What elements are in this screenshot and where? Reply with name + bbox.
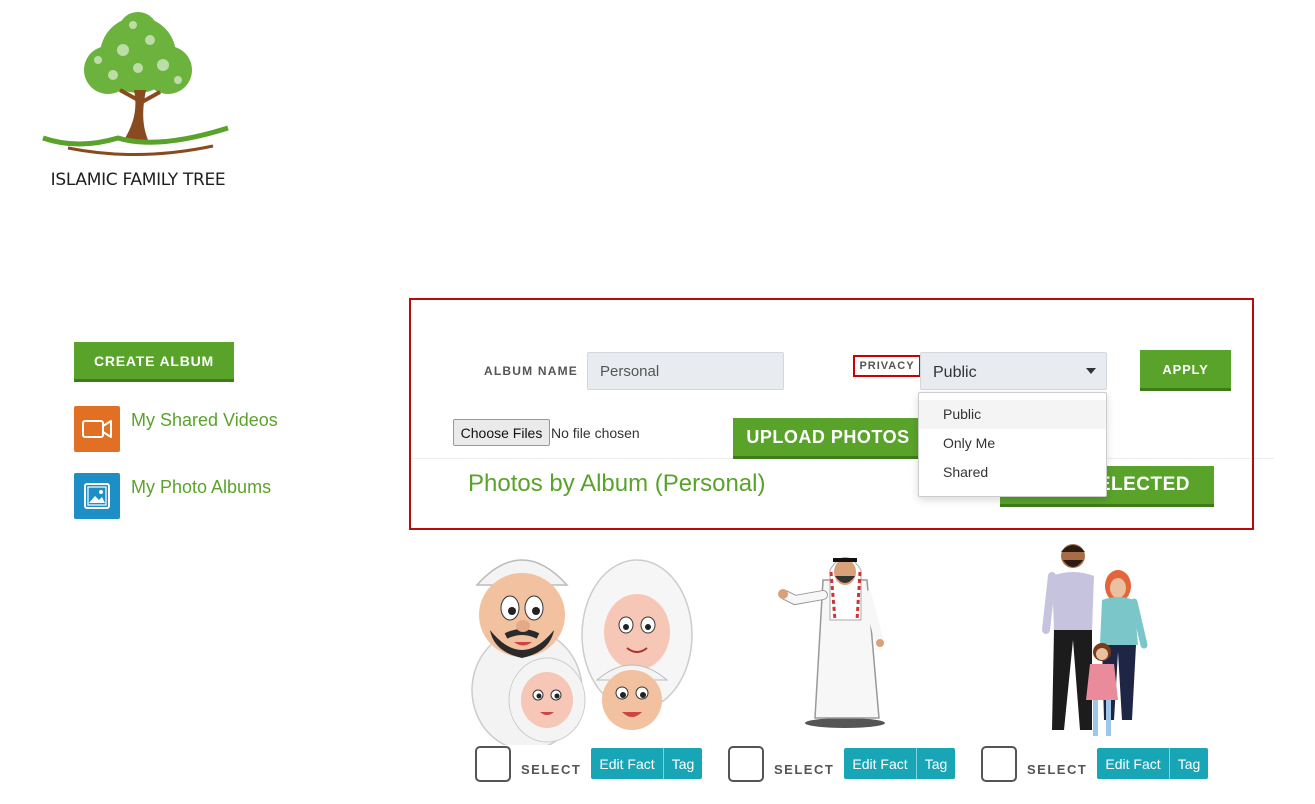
caret-down-icon xyxy=(1086,368,1096,374)
photo-man-in-thobe[interactable] xyxy=(775,540,890,745)
edit-fact-button[interactable]: Edit Fact xyxy=(1097,748,1169,779)
logo-caption: ISLAMIC FAMILY TREE xyxy=(50,170,226,190)
select-label: SELECT xyxy=(521,762,582,777)
photo-album-icon xyxy=(74,473,120,519)
privacy-select-value: Public xyxy=(933,364,977,381)
album-form-panel: ALBUM NAME PRIVACY Public APPLY Choose F… xyxy=(409,298,1254,530)
create-album-button[interactable]: CREATE ALBUM xyxy=(74,342,234,382)
photo-family-of-four[interactable] xyxy=(462,540,707,751)
privacy-option-shared[interactable]: Shared xyxy=(919,458,1106,487)
privacy-dropdown-menu: Public Only Me Shared xyxy=(918,392,1107,497)
photo-parents-with-daughter[interactable] xyxy=(1040,540,1150,745)
album-heading: Photos by Album (Personal) xyxy=(468,470,766,497)
tag-button[interactable]: Tag xyxy=(916,748,955,779)
album-name-input[interactable] xyxy=(587,352,784,390)
select-label: SELECT xyxy=(774,762,835,777)
video-camera-icon xyxy=(74,406,120,452)
choose-files-button[interactable]: Choose Files xyxy=(453,419,550,446)
sidebar-link-label: My Photo Albums xyxy=(131,477,272,497)
tree-logo-graphic xyxy=(42,12,229,157)
select-checkbox[interactable] xyxy=(475,746,511,782)
tag-button[interactable]: Tag xyxy=(663,748,702,779)
album-name-label: ALBUM NAME xyxy=(484,364,578,378)
select-checkbox[interactable] xyxy=(728,746,764,782)
privacy-label: PRIVACY xyxy=(853,355,921,377)
site-logo[interactable]: ISLAMIC FAMILY TREE xyxy=(38,10,238,195)
tag-button[interactable]: Tag xyxy=(1169,748,1208,779)
upload-photos-button[interactable]: UPLOAD PHOTOS xyxy=(733,418,923,459)
edit-fact-button[interactable]: Edit Fact xyxy=(591,748,663,779)
select-checkbox[interactable] xyxy=(981,746,1017,782)
sidebar-link-label: My Shared Videos xyxy=(131,410,278,430)
sidebar-link-photo-albums[interactable]: My Photo Albums xyxy=(74,473,334,519)
select-label: SELECT xyxy=(1027,762,1088,777)
edit-fact-button[interactable]: Edit Fact xyxy=(844,748,916,779)
file-status-text: No file chosen xyxy=(551,425,640,441)
apply-button[interactable]: APPLY xyxy=(1140,350,1231,391)
privacy-option-public[interactable]: Public xyxy=(919,400,1106,429)
privacy-select[interactable]: Public xyxy=(920,352,1107,390)
sidebar-link-shared-videos[interactable]: My Shared Videos xyxy=(74,406,334,452)
privacy-option-only-me[interactable]: Only Me xyxy=(919,429,1106,458)
